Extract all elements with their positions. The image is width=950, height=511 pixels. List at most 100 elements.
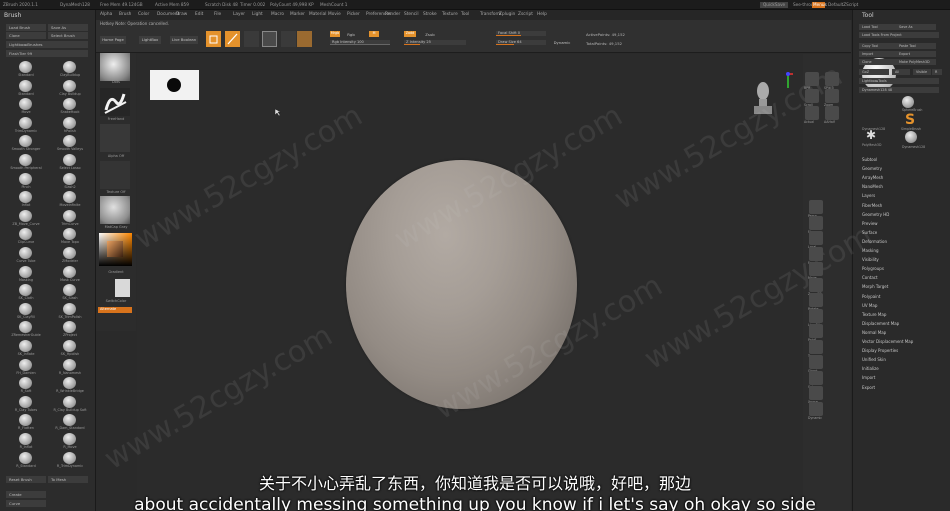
- menu-item[interactable]: Draw: [176, 12, 187, 17]
- brush-cell[interactable]: Standard: [4, 60, 48, 79]
- home-page-button[interactable]: Home Page: [100, 36, 126, 44]
- brush-cell[interactable]: Smooth Valleys: [48, 134, 92, 153]
- brush-cell[interactable]: ZModeler: [48, 246, 92, 265]
- brush-cell[interactable]: Smooth Peripheral: [4, 153, 48, 172]
- brush-cell[interactable]: Select Lasso: [48, 153, 92, 172]
- zadd-button[interactable]: Zadd: [404, 31, 416, 37]
- menu-item[interactable]: Macro: [271, 12, 284, 17]
- tool-section-23[interactable]: Initialize: [862, 366, 879, 371]
- tool-section-22[interactable]: Unified Skin: [862, 357, 886, 362]
- rgb-button[interactable]: Rgb: [346, 32, 356, 37]
- tool-section-21[interactable]: Display Properties: [862, 348, 898, 353]
- tool-section-12[interactable]: Polygroups: [862, 266, 884, 271]
- brush-cell[interactable]: Curve Tube: [4, 246, 48, 265]
- menu-item[interactable]: Texture: [442, 12, 458, 17]
- menu-item[interactable]: Help: [537, 12, 547, 17]
- brush-cell[interactable]: R_Standard: [4, 451, 48, 470]
- brush-cell[interactable]: ZB_Move_Curve: [4, 209, 48, 228]
- tool-button[interactable]: Clone: [859, 59, 899, 65]
- menu-item[interactable]: File: [214, 12, 221, 17]
- scale-button[interactable]: [262, 31, 277, 47]
- dock-icon[interactable]: [825, 89, 839, 103]
- menu-item[interactable]: Light: [252, 12, 263, 17]
- brush-cell[interactable]: Clay Buildup: [48, 79, 92, 98]
- dock-icon[interactable]: [809, 339, 823, 354]
- tool-section-14[interactable]: Morph Target: [862, 284, 888, 289]
- brush-cell[interactable]: Pinch: [4, 172, 48, 191]
- menu-item[interactable]: Color: [138, 12, 149, 17]
- dynamesh-thumb[interactable]: [905, 131, 917, 143]
- tool-button[interactable]: Visible: [913, 69, 931, 75]
- menu-item[interactable]: Zplugin: [499, 12, 515, 17]
- secondary-color-swatch[interactable]: [115, 279, 130, 297]
- tool-section-19[interactable]: Normal Map: [862, 330, 886, 335]
- dock-icon[interactable]: [809, 324, 823, 338]
- tool-section-5[interactable]: FiberMesh: [862, 203, 882, 208]
- z-intensity-slider[interactable]: Z Intensity 25: [404, 40, 466, 45]
- menu-item[interactable]: Edit: [195, 12, 203, 17]
- zsub-button[interactable]: Zsub: [424, 32, 436, 37]
- brush-cell[interactable]: SK_Hpolish: [48, 339, 92, 358]
- menus-button[interactable]: Menus: [812, 2, 827, 8]
- mrgb-button[interactable]: Mrgb: [330, 31, 340, 37]
- material-button[interactable]: [100, 196, 130, 224]
- tool-button[interactable]: GoZ: [859, 69, 889, 75]
- brush-cell[interactable]: ZRemesherGuide: [4, 320, 48, 339]
- brush-cell[interactable]: SK_TrimPolish: [48, 302, 92, 321]
- menu-item[interactable]: Material: [309, 12, 326, 17]
- brush-cell[interactable]: FH_Damien: [4, 358, 48, 377]
- material-mode-button[interactable]: [297, 31, 312, 47]
- tool-button[interactable]: Import: [859, 51, 899, 57]
- dock-icon[interactable]: [809, 246, 823, 261]
- brush-cell[interactable]: Inflat: [4, 190, 48, 209]
- tool-section-13[interactable]: Contact: [862, 275, 878, 280]
- brush-cell[interactable]: SK_Slash: [48, 283, 92, 302]
- tool-section-15[interactable]: Polypaint: [862, 294, 880, 299]
- brush-cell[interactable]: R_Soft: [4, 376, 48, 395]
- tool-section-18[interactable]: Displacement Map: [862, 321, 899, 326]
- dock-icon[interactable]: [809, 386, 823, 400]
- dock-icon[interactable]: [809, 200, 823, 214]
- dock-icon[interactable]: [809, 231, 823, 245]
- brush-cell[interactable]: R_Clay Buildup Soft: [48, 395, 92, 414]
- rgb-intensity-slider[interactable]: Rgb Intensity 100: [330, 40, 390, 45]
- draw-size-slider[interactable]: Draw Size 64: [496, 40, 546, 45]
- tool-section-17[interactable]: Texture Map: [862, 312, 886, 317]
- tool-section-2[interactable]: ArrayMesh: [862, 175, 883, 180]
- brush-cell[interactable]: Smooth Stronger: [4, 134, 48, 153]
- tool-button[interactable]: All: [892, 69, 910, 75]
- dock-icon[interactable]: [809, 308, 823, 323]
- brush-cell[interactable]: ZProject: [48, 320, 92, 339]
- dock-icon[interactable]: [825, 72, 839, 86]
- tool-button[interactable]: Save As: [896, 24, 936, 30]
- menu-item[interactable]: Render: [385, 12, 400, 17]
- brush-cell[interactable]: Move: [4, 97, 48, 116]
- brush-cell[interactable]: R_Clay Tubes: [4, 395, 48, 414]
- lightbox-brushes-button[interactable]: Lightbox▸Brushes: [6, 41, 88, 48]
- flash-tier-slider[interactable]: FlashTier 99: [6, 50, 88, 57]
- menu-item[interactable]: Stroke: [423, 12, 437, 17]
- select-brush-button[interactable]: Select Brush: [48, 32, 88, 39]
- tool-section-7[interactable]: Preview: [862, 221, 878, 226]
- lightbox-button[interactable]: LightBox: [139, 36, 161, 44]
- menu-item[interactable]: Movie: [328, 12, 341, 17]
- tool-section-8[interactable]: Surface: [862, 230, 877, 235]
- tool-section-20[interactable]: Vector Displacement Map: [862, 339, 913, 344]
- brush-cell[interactable]: R_Inflat: [4, 432, 48, 451]
- brush-cell[interactable]: SnakeHook: [48, 97, 92, 116]
- tool-section-10[interactable]: Masking: [862, 248, 879, 253]
- dynamic-toggle[interactable]: Dynamic: [553, 40, 571, 45]
- dock-icon[interactable]: [805, 72, 819, 86]
- brush-cell[interactable]: Masking: [4, 265, 48, 284]
- m-button[interactable]: M: [369, 31, 379, 37]
- script-label[interactable]: DefaultZScript: [828, 2, 858, 7]
- brush-cell[interactable]: Mask Curve: [48, 265, 92, 284]
- rotate-button[interactable]: [281, 31, 296, 47]
- brush-cell[interactable]: TrimCurve: [48, 209, 92, 228]
- tool-section-1[interactable]: Geometry: [862, 166, 882, 171]
- dock-icon[interactable]: [805, 106, 819, 120]
- brush-cell[interactable]: Move Topo: [48, 227, 92, 246]
- dock-icon[interactable]: [805, 89, 819, 103]
- menu-item[interactable]: Marker: [290, 12, 305, 17]
- dock-icon[interactable]: [809, 355, 823, 369]
